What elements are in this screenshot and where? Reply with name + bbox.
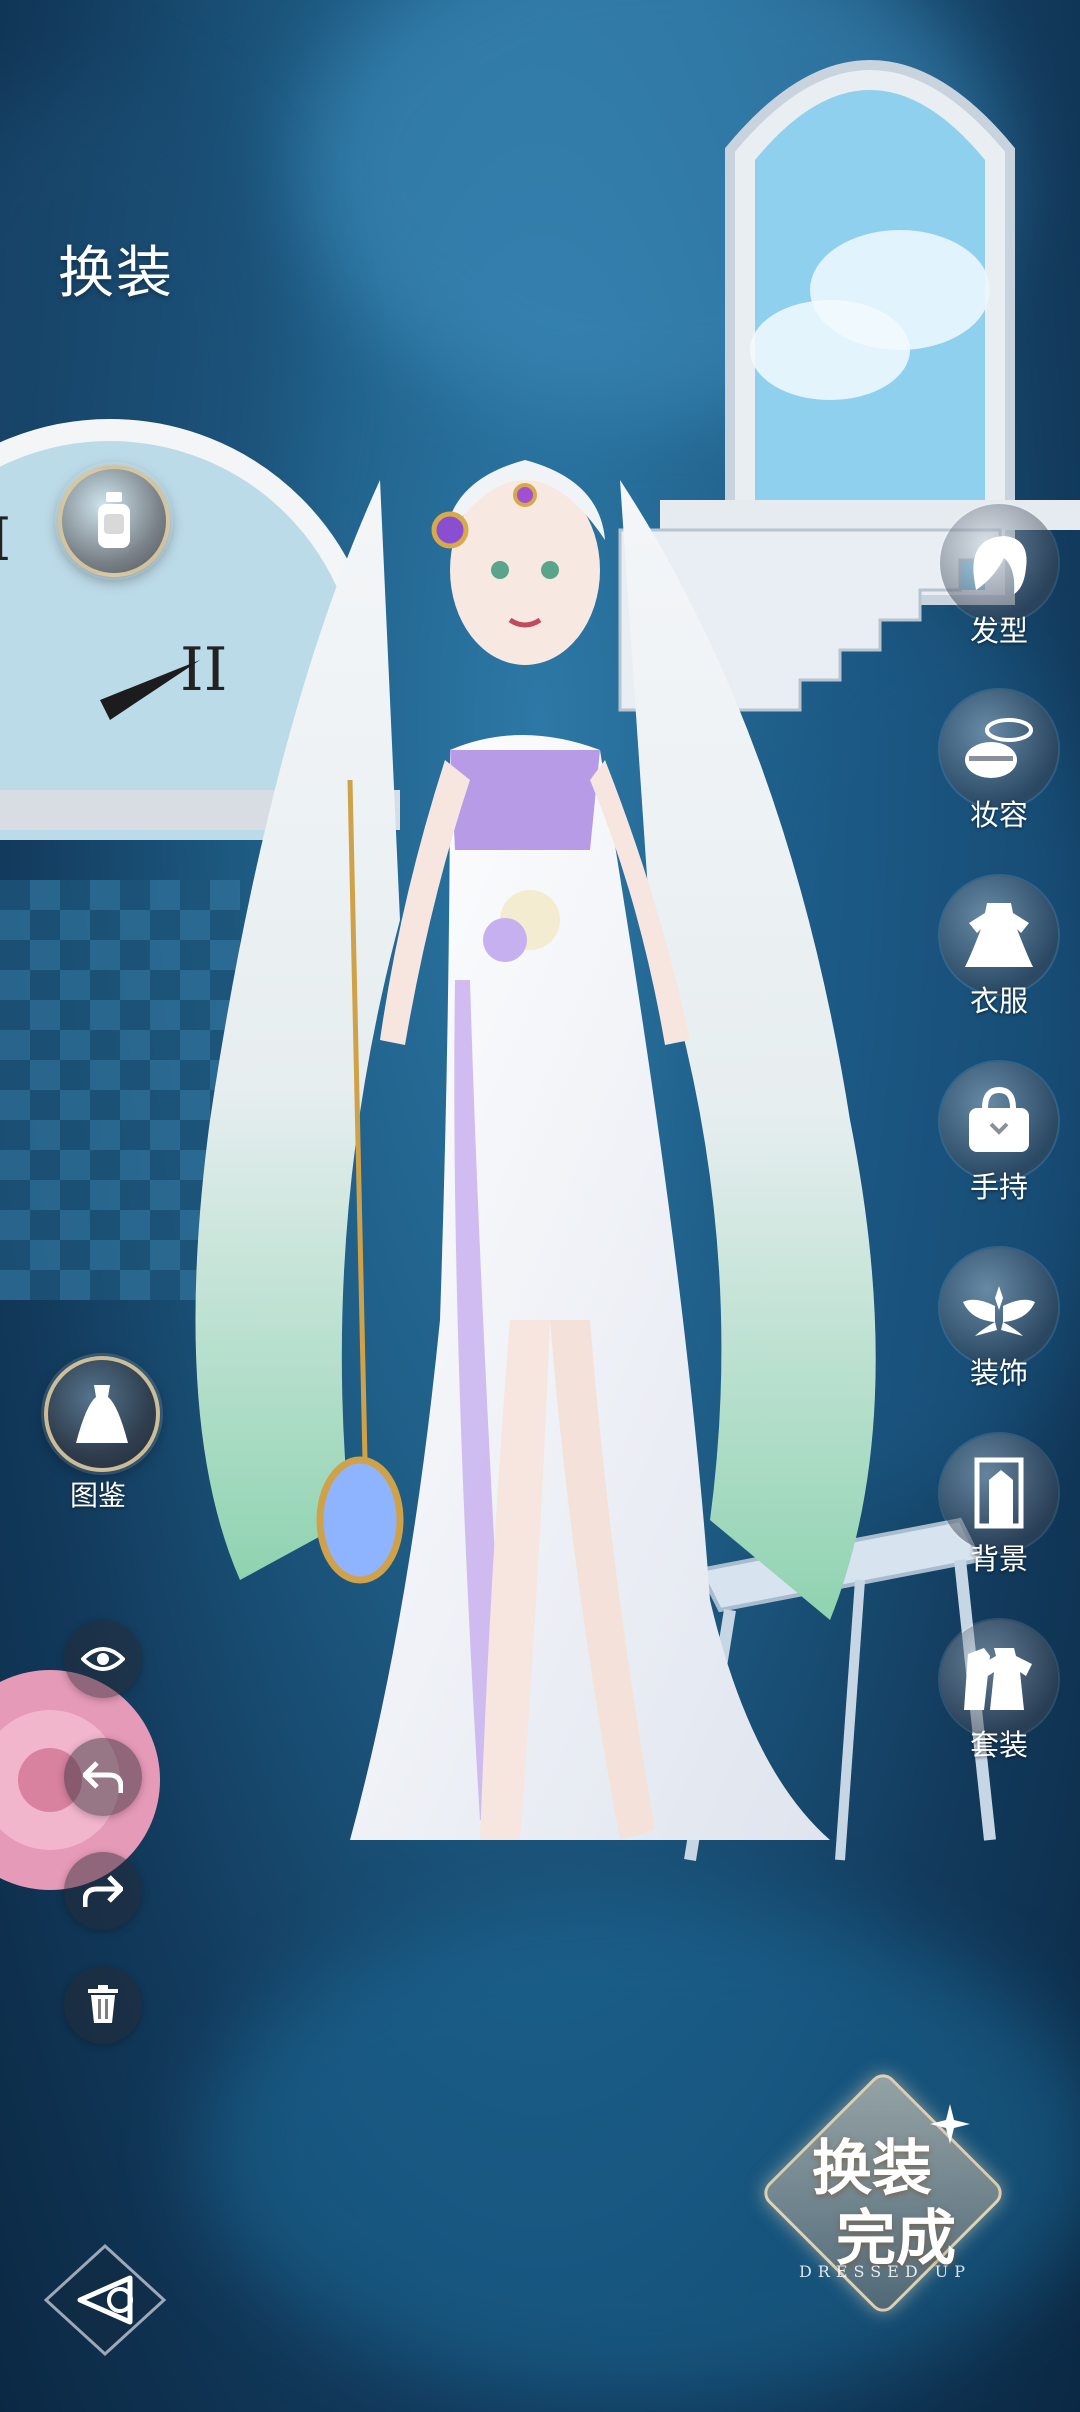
hair-icon bbox=[973, 536, 1027, 594]
category-makeup-button[interactable] bbox=[940, 690, 1058, 808]
category-handheld-button[interactable] bbox=[940, 1062, 1058, 1180]
category-clothes-button[interactable] bbox=[940, 876, 1058, 994]
makeup-icon bbox=[965, 718, 1033, 778]
done-subtitle: DRESSED UP bbox=[798, 2262, 972, 2281]
trash-icon bbox=[88, 1985, 118, 2023]
category-outfit-set-button[interactable] bbox=[940, 1620, 1058, 1738]
game-scene: III II bbox=[0, 0, 1080, 2412]
category-hair-button[interactable] bbox=[940, 504, 1058, 622]
undo-arrow-icon bbox=[83, 1761, 123, 1793]
back-button[interactable] bbox=[40, 2240, 170, 2360]
undo-button[interactable] bbox=[64, 1738, 142, 1816]
svg-text:III: III bbox=[0, 505, 11, 575]
toggle-visibility-button[interactable] bbox=[64, 1620, 142, 1698]
category-makeup-label: 妆容 bbox=[969, 800, 1028, 832]
category-clothes-label: 衣服 bbox=[969, 986, 1028, 1018]
category-accessory-button[interactable] bbox=[940, 1248, 1058, 1366]
outfit-set-icon bbox=[964, 1648, 1032, 1710]
category-hair-label: 发型 bbox=[969, 616, 1028, 648]
category-accessory-label: 装饰 bbox=[969, 1358, 1028, 1390]
redo-arrow-icon bbox=[83, 1875, 123, 1907]
category-background-label: 背景 bbox=[969, 1544, 1028, 1576]
category-handheld-label: 手持 bbox=[969, 1172, 1028, 1204]
delete-button[interactable] bbox=[64, 1966, 142, 2044]
eye-icon bbox=[81, 1647, 125, 1671]
page-title: 换装 bbox=[58, 241, 174, 304]
background-icon bbox=[974, 1457, 1024, 1529]
sparkle-icon bbox=[930, 2104, 970, 2144]
catalog-label: 图鉴 bbox=[69, 1480, 126, 1511]
wings-icon bbox=[963, 1286, 1035, 1336]
category-outfit-set-label: 套装 bbox=[969, 1730, 1028, 1762]
category-background-button[interactable] bbox=[940, 1434, 1058, 1552]
catalog-button[interactable] bbox=[44, 1356, 160, 1472]
redo-button[interactable] bbox=[64, 1852, 142, 1930]
dress-icon bbox=[76, 1385, 128, 1443]
dressed-character bbox=[195, 460, 876, 1840]
clothes-icon bbox=[965, 903, 1033, 967]
handbag-icon bbox=[969, 1086, 1029, 1152]
perfume-bottle-icon bbox=[98, 492, 130, 548]
perfume-button[interactable] bbox=[58, 465, 170, 577]
